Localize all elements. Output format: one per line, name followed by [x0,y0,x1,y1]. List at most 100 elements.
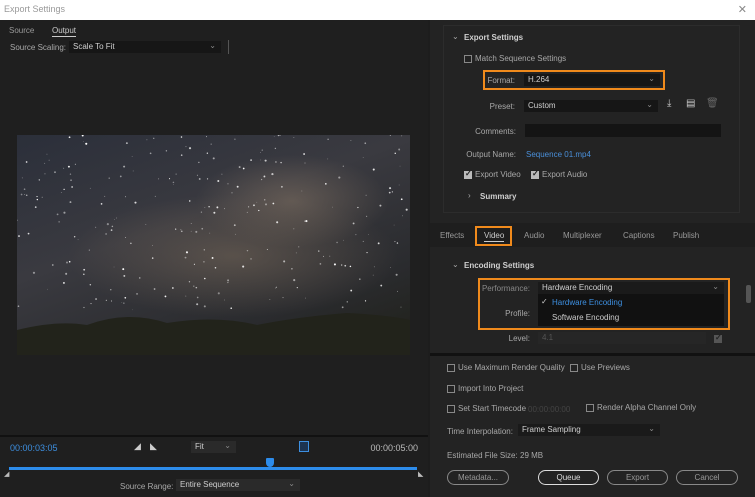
star [119,175,122,178]
star [362,240,364,242]
tab-effects[interactable]: Effects [440,231,464,240]
time-interpolation-dropdown[interactable]: Frame Sampling ⌄ [518,424,660,436]
tab-captions[interactable]: Captions [623,231,655,240]
expand-icon[interactable]: › [468,191,471,200]
export-audio-checkbox[interactable]: Export Audio [531,169,587,179]
collapse-icon[interactable]: ⌄ [452,32,459,41]
star [393,224,395,226]
star [224,208,225,210]
trash-icon[interactable]: 🗑 [706,98,719,109]
time-interpolation-value: Frame Sampling [522,425,581,434]
star [46,153,48,155]
star [304,162,306,164]
star [68,260,71,263]
star [379,204,382,207]
tab-source[interactable]: Source [9,26,34,35]
import-into-project-label: Import Into Project [458,384,524,393]
source-scaling-dropdown[interactable]: Scale To Fit ⌄ [69,41,221,53]
close-icon[interactable]: ✕ [738,3,747,16]
tab-multiplexer[interactable]: Multiplexer [563,231,602,240]
save-preset-icon[interactable]: ⤓ [667,98,671,109]
star [274,287,276,289]
star [296,287,298,289]
star [131,156,133,158]
mark-out-icon[interactable]: ◣ [150,441,157,452]
star [405,208,408,211]
star [196,174,198,176]
tab-output[interactable]: Output [52,26,77,37]
star [114,219,115,220]
level-dropdown[interactable]: 4.1 [538,332,706,344]
star [193,285,195,287]
star [293,137,295,138]
render-alpha-checkbox[interactable]: Render Alpha Channel Only [586,403,696,412]
star [24,194,26,195]
star [123,274,126,277]
aspect-ratio-icon[interactable] [299,441,309,452]
star [391,191,394,193]
star [206,136,207,138]
star [221,173,223,175]
summary-toggle[interactable]: Summary [480,192,516,201]
format-dropdown[interactable]: H.264 ⌄ [524,74,660,86]
tab-video[interactable]: Video [484,231,505,242]
export-video-checkbox[interactable]: Export Video [464,169,521,179]
star [204,277,206,280]
star [352,222,355,225]
star [56,213,59,216]
out-point-handle[interactable]: ◣ [418,470,423,478]
star [301,190,303,192]
preset-dropdown[interactable]: Custom ⌄ [524,100,658,112]
star [319,263,322,265]
star [44,173,46,175]
star [280,161,282,164]
max-render-quality-checkbox[interactable]: Use Maximum Render Quality [447,363,565,372]
star [190,230,192,232]
chevron-down-icon: ⌄ [646,100,653,109]
star [154,195,156,197]
star [401,135,403,137]
performance-options-list: ✓ Hardware Encoding Software Encoding [538,294,724,326]
estimated-size-value: 29 MB [520,451,544,460]
level-checkbox[interactable] [714,333,722,343]
star [63,167,65,169]
star [327,138,329,140]
performance-label: Performance: [481,284,530,293]
cancel-button[interactable]: Cancel [676,470,738,485]
star [58,221,60,223]
star [276,221,279,224]
scrollbar-thumb[interactable] [746,285,751,303]
export-button[interactable]: Export [607,470,668,485]
start-timecode-field[interactable]: 00:00:00:00 [528,405,570,414]
set-start-timecode-checkbox[interactable]: Set Start Timecode [447,404,526,413]
in-point-handle[interactable]: ◢ [4,470,9,478]
output-name-link[interactable]: Sequence 01.mp4 [526,150,591,159]
comments-input[interactable] [525,124,721,137]
performance-dropdown[interactable]: Hardware Encoding ⌄ [538,282,724,294]
star [274,147,277,150]
tab-audio[interactable]: Audio [524,231,544,240]
tab-publish[interactable]: Publish [673,231,699,240]
timeline-bar[interactable] [9,467,417,470]
option-hardware-encoding[interactable]: Hardware Encoding [552,298,622,307]
performance-value: Hardware Encoding [542,283,613,292]
match-sequence-checkbox[interactable]: Match Sequence Settings [464,54,566,63]
star [66,261,68,264]
star [242,265,245,268]
source-range-dropdown[interactable]: Entire Sequence ⌄ [176,479,300,491]
star [248,206,250,208]
current-time[interactable]: 00:00:03:05 [10,443,58,453]
star [46,288,48,290]
use-previews-checkbox[interactable]: Use Previews [570,363,630,372]
star [110,289,112,291]
collapse-icon[interactable]: ⌄ [452,260,459,269]
star [180,136,183,138]
mark-in-icon[interactable]: ◢ [134,441,141,452]
queue-button[interactable]: Queue [538,470,599,485]
metadata-button[interactable]: Metadata... [447,470,509,485]
playhead[interactable] [266,458,275,467]
import-preset-icon[interactable]: ▤ [686,98,695,109]
option-software-encoding[interactable]: Software Encoding [552,313,619,322]
zoom-dropdown[interactable]: Fit ⌄ [191,441,236,453]
import-into-project-checkbox[interactable]: Import Into Project [447,384,523,393]
